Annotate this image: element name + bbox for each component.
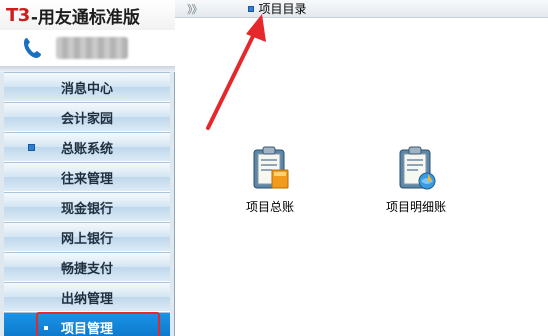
sidebar-item-label: 畅捷支付 — [60, 261, 113, 277]
project-detail-ledger-item[interactable]: 项目明细账 — [386, 144, 446, 215]
sidebar-item-cashier[interactable]: 出纳管理 — [4, 282, 170, 312]
sidebar-item-label: 总账系统 — [60, 141, 113, 157]
contact-row — [0, 30, 175, 66]
annotation-arrow-icon — [206, 14, 266, 130]
masked-phone-number — [56, 37, 128, 59]
sidebar-item-accounting-home[interactable]: 会计家园 — [4, 102, 170, 132]
sidebar-item-label: 网上银行 — [60, 231, 113, 247]
sidebar-menu: 消息中心 会计家园 总账系统 往来管理 现金银行 网上银行 畅捷支付 出纳管理 … — [0, 72, 175, 336]
sidebar-item-label: 会计家园 — [60, 111, 113, 127]
sidebar-item-online-bank[interactable]: 网上银行 — [4, 222, 170, 252]
sidebar-item-cash-bank[interactable]: 现金银行 — [4, 192, 170, 222]
item-label: 项目明细账 — [386, 200, 447, 214]
sidebar-item-label: 消息中心 — [60, 81, 113, 97]
sidebar-item-quick-pay[interactable]: 畅捷支付 — [4, 252, 170, 282]
annotation-highlight-box — [36, 312, 160, 336]
sidebar-item-messages[interactable]: 消息中心 — [4, 72, 170, 102]
sidebar: T3 -用友通标准版 消息中心 会计家园 总账系统 往来管理 现金银行 网上银行… — [0, 0, 175, 336]
brand-prefix: T3 — [6, 4, 30, 26]
sidebar-item-label: 出纳管理 — [60, 291, 113, 307]
item-label: 项目总账 — [246, 200, 295, 214]
sidebar-item-label: 往来管理 — [60, 171, 113, 187]
phone-icon — [24, 38, 41, 58]
sidebar-item-label: 现金银行 — [60, 201, 113, 217]
ledger-clipboard-icon — [253, 146, 289, 189]
brand-name: -用友通标准版 — [30, 7, 140, 28]
bullet-icon — [28, 144, 35, 151]
project-ledger-item[interactable]: 项目总账 — [246, 144, 294, 215]
brand-logo: T3 -用友通标准版 — [0, 0, 175, 30]
detail-ledger-clipboard-icon — [399, 146, 436, 190]
sidebar-item-general-ledger[interactable]: 总账系统 — [4, 132, 170, 162]
sidebar-item-receivables[interactable]: 往来管理 — [4, 162, 170, 192]
